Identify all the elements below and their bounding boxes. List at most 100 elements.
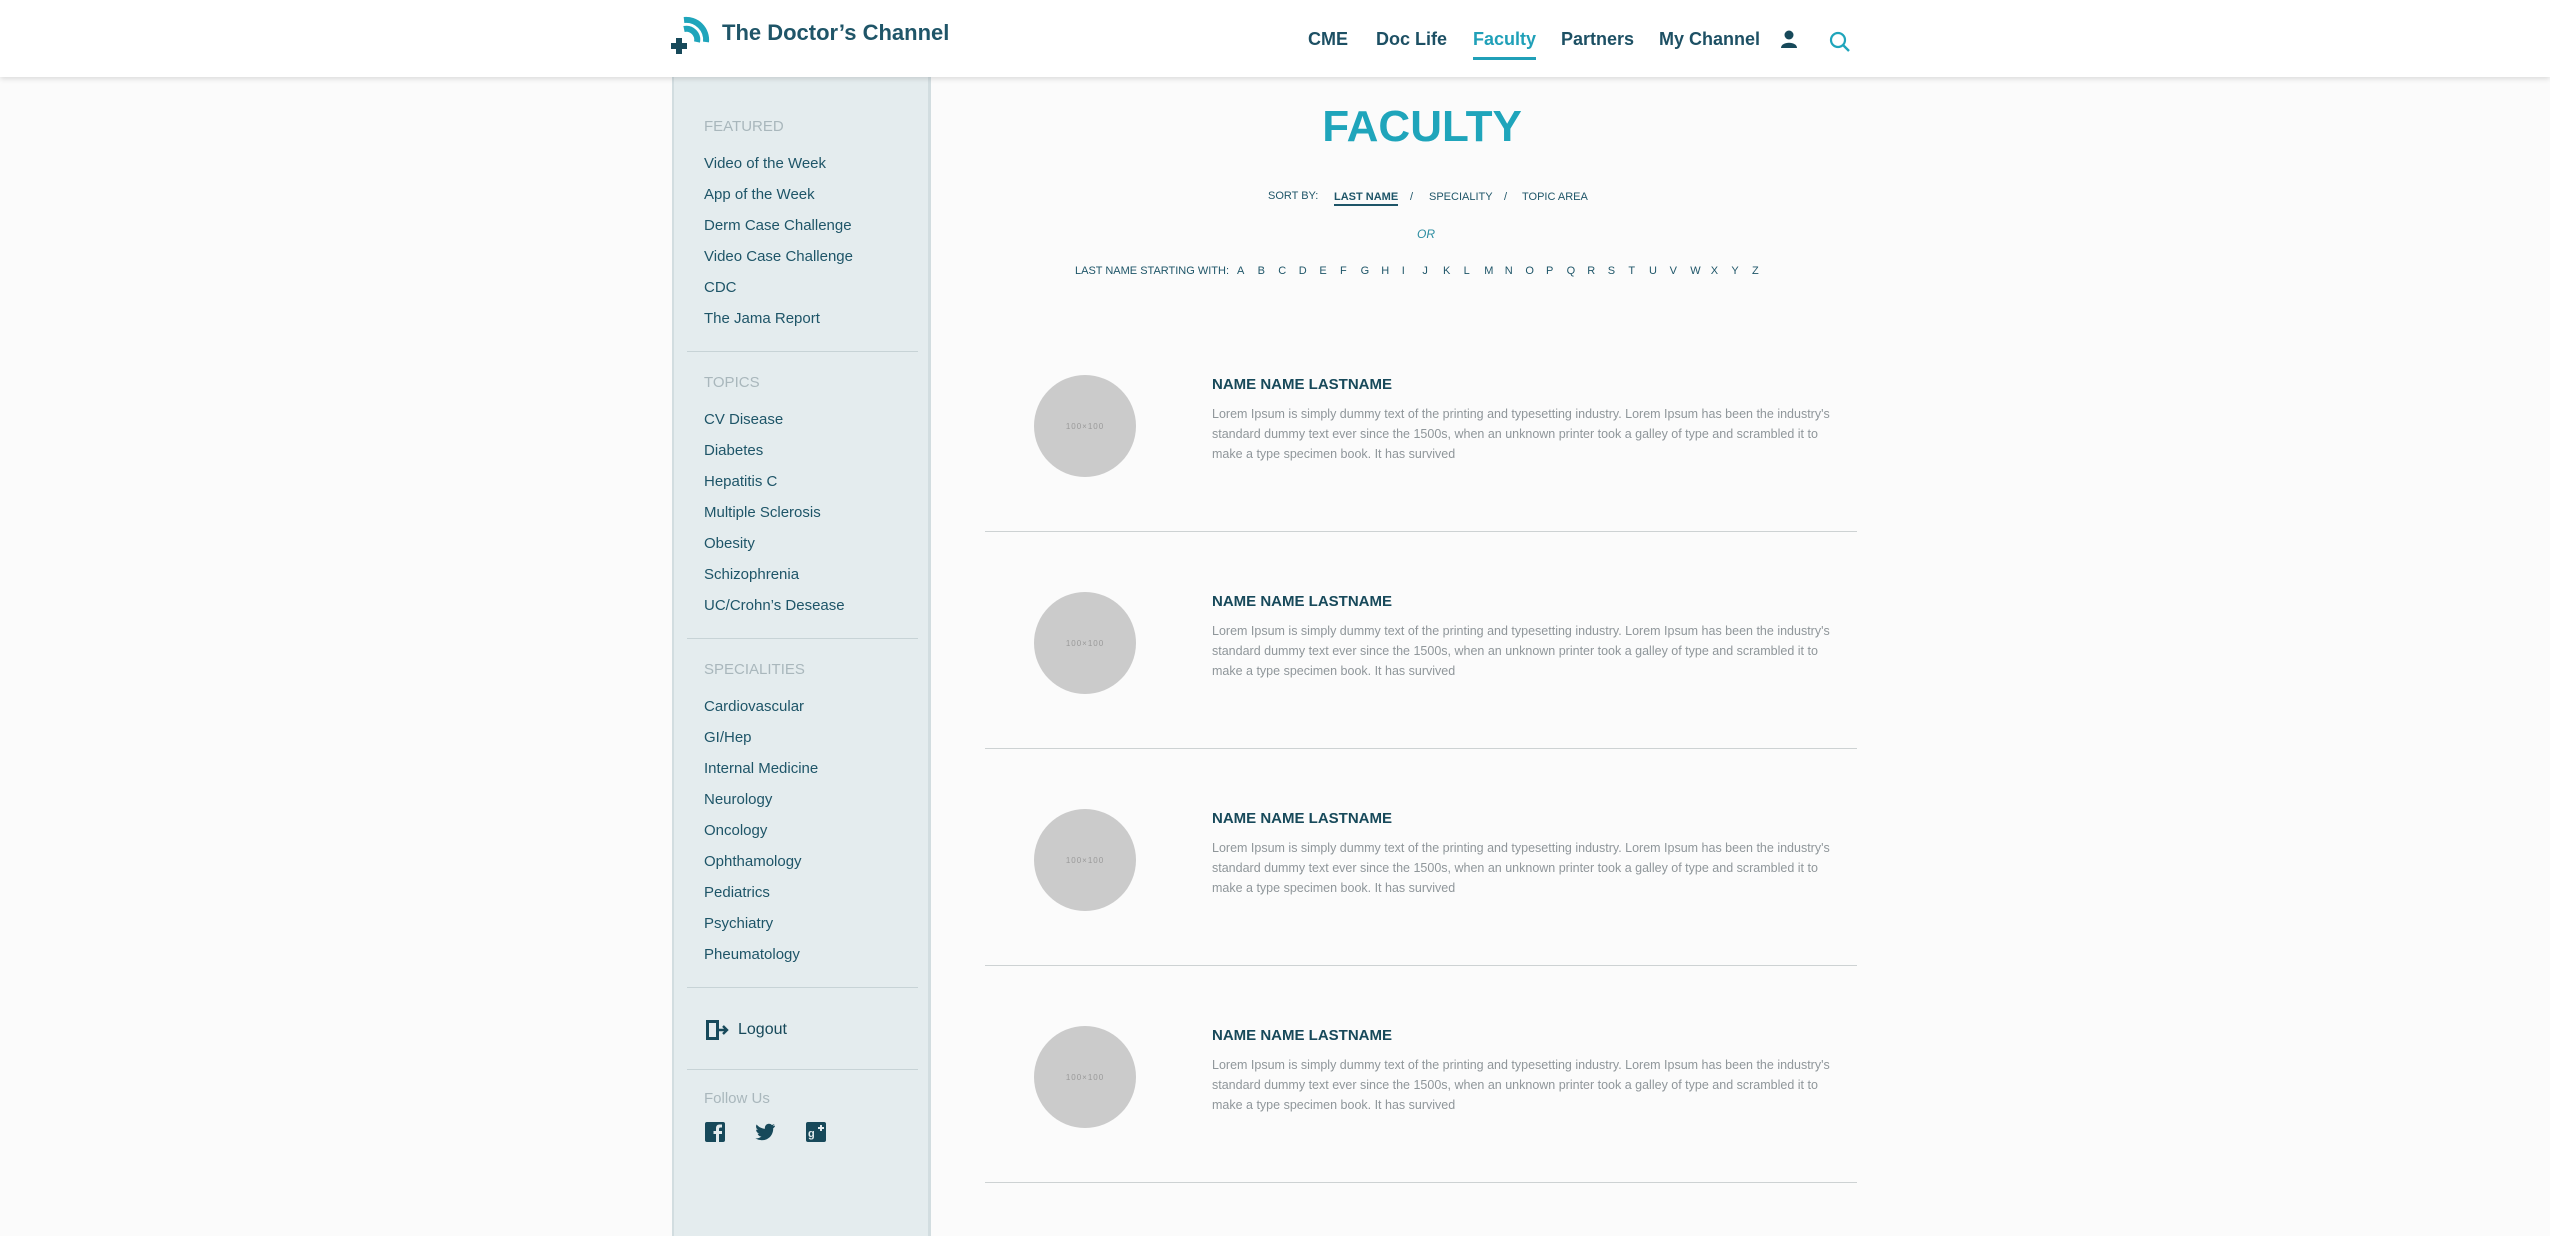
page-title: FACULTY [1322,102,1522,151]
faculty-name[interactable]: NAME NAME LASTNAME [1212,376,1392,393]
sidebar-item-schizophrenia[interactable]: Schizophrenia [704,566,799,583]
sidebar-item-gi-hep[interactable]: GI/Hep [704,729,752,746]
faculty-bio: Lorem Ipsum is simply dummy text of the … [1212,1058,1830,1112]
alphabet-letter-w[interactable]: W [1690,265,1700,277]
user-icon[interactable] [1778,28,1800,50]
sidebar-item-pediatrics[interactable]: Pediatrics [704,884,770,901]
nav-cme[interactable]: CME [1308,29,1348,50]
avatar-placeholder-text: 100×100 [1065,1072,1105,1082]
nav-faculty[interactable]: Faculty [1473,29,1537,60]
alphabet-letter-r[interactable]: R [1587,265,1595,277]
faculty-avatar[interactable]: 100×100 [1034,375,1136,477]
sidebar-divider [687,638,918,639]
sidebar-item-cv-disease[interactable]: CV Disease [704,411,783,428]
alphabet-letter-f[interactable]: F [1340,265,1347,277]
faculty-name[interactable]: NAME NAME LASTNAME [1212,810,1392,827]
faculty-card: 100×100 NAME NAME LASTNAME Lorem Ipsum i… [985,966,1857,1183]
alphabet-letter-m[interactable]: M [1484,265,1493,277]
sidebar-item-ophthamology[interactable]: Ophthamology [704,853,802,870]
logo-icon [671,16,710,54]
alphabet-letter-g[interactable]: G [1361,265,1370,277]
faculty-avatar[interactable]: 100×100 [1034,809,1136,911]
sort-topic-area[interactable]: TOPIC AREA [1522,191,1588,203]
sidebar-item-app-of-the-week[interactable]: App of the Week [704,186,815,203]
sidebar-divider [687,987,918,988]
google-plus-icon[interactable]: g [805,1121,827,1143]
nav-doc-life[interactable]: Doc Life [1376,29,1447,50]
alphabet-letter-q[interactable]: Q [1567,265,1576,277]
alphabet-letter-k[interactable]: K [1443,265,1450,277]
alphabet-letter-c[interactable]: C [1278,265,1286,277]
sort-speciality[interactable]: SPECIALITY [1429,191,1493,203]
sort-separator: / [1504,191,1508,203]
sort-separator: / [1410,191,1414,203]
sort-bar: SORT BY: LAST NAME / SPECIALITY / TOPIC … [1268,190,1668,210]
sidebar-item-obesity[interactable]: Obesity [704,535,755,552]
sidebar-item-multiple-sclerosis[interactable]: Multiple Sclerosis [704,504,821,521]
faculty-card: 100×100 NAME NAME LASTNAME Lorem Ipsum i… [985,315,1857,532]
site-logo[interactable]: The Doctor’s Channel [670,12,949,54]
faculty-avatar[interactable]: 100×100 [1034,1026,1136,1128]
sidebar-divider [687,351,918,352]
sidebar-item-jama-report[interactable]: The Jama Report [704,310,820,327]
logout-label: Logout [738,1021,787,1038]
alphabet-letter-p[interactable]: P [1546,265,1553,277]
alphabet-letter-y[interactable]: Y [1731,265,1738,277]
sidebar-item-pheumatology[interactable]: Pheumatology [704,946,800,963]
faculty-name[interactable]: NAME NAME LASTNAME [1212,1027,1392,1044]
sidebar-item-oncology[interactable]: Oncology [704,822,767,839]
alphabet-letter-x[interactable]: X [1711,265,1718,277]
alphabet-letter-j[interactable]: J [1422,265,1428,277]
nav-partners[interactable]: Partners [1561,29,1634,50]
avatar-placeholder-text: 100×100 [1065,421,1105,431]
logo-text: The Doctor’s Channel [722,20,950,45]
faculty-name[interactable]: NAME NAME LASTNAME [1212,593,1392,610]
sidebar-item-uc-crohns[interactable]: UC/Crohn’s Desease [704,597,845,614]
faculty-avatar[interactable]: 100×100 [1034,592,1136,694]
main-nav: CME Doc Life Faculty Partners My Channel [1300,0,1860,77]
alphabet-letter-v[interactable]: V [1670,265,1677,277]
alphabet-filter-label: LAST NAME STARTING WITH: [1075,265,1230,277]
alphabet-letter-o[interactable]: O [1525,265,1534,277]
nav-my-channel[interactable]: My Channel [1659,29,1760,50]
alphabet-letter-l[interactable]: L [1464,265,1470,277]
sidebar-item-internal-medicine[interactable]: Internal Medicine [704,760,818,777]
follow-us-label: Follow Us [704,1090,770,1107]
alphabet-letter-e[interactable]: E [1319,265,1326,277]
sidebar-item-cdc[interactable]: CDC [704,279,737,296]
sidebar-item-cardiovascular[interactable]: Cardiovascular [704,698,804,715]
sort-last-name[interactable]: LAST NAME [1334,191,1399,206]
facebook-icon[interactable] [704,1121,726,1143]
alphabet-letter-u[interactable]: U [1649,265,1657,277]
faculty-bio: Lorem Ipsum is simply dummy text of the … [1212,407,1830,461]
sidebar-item-hepatitis-c[interactable]: Hepatitis C [704,473,777,490]
faculty-card: 100×100 NAME NAME LASTNAME Lorem Ipsum i… [985,532,1857,749]
sidebar-divider [687,1069,918,1070]
sidebar: FEATURED Video of the Week App of the We… [672,77,931,1236]
alphabet-letter-h[interactable]: H [1381,265,1389,277]
svg-text:g: g [808,1128,815,1140]
sidebar-item-neurology[interactable]: Neurology [704,791,772,808]
sidebar-item-video-case-challenge[interactable]: Video Case Challenge [704,248,853,265]
alphabet-letter-i[interactable]: I [1402,265,1405,277]
or-divider-text: OR [1417,227,1435,241]
sort-label: SORT BY: [1268,190,1319,202]
alphabet-letter-z[interactable]: Z [1752,265,1759,277]
logout-button[interactable]: Logout [704,1017,787,1043]
sidebar-item-psychiatry[interactable]: Psychiatry [704,915,773,932]
search-icon[interactable] [1829,31,1851,53]
alphabet-letter-s[interactable]: S [1608,265,1615,277]
alphabet-letter-d[interactable]: D [1299,265,1307,277]
alphabet-letter-b[interactable]: B [1258,265,1265,277]
twitter-icon[interactable] [754,1121,776,1143]
sidebar-item-diabetes[interactable]: Diabetes [704,442,763,459]
faculty-bio: Lorem Ipsum is simply dummy text of the … [1212,624,1830,678]
alphabet-letter-n[interactable]: N [1505,265,1513,277]
top-header: The Doctor’s Channel CME Doc Life Facult… [0,0,2550,77]
faculty-card: 100×100 NAME NAME LASTNAME Lorem Ipsum i… [985,749,1857,966]
sidebar-item-video-of-the-week[interactable]: Video of the Week [704,155,826,172]
sidebar-heading-topics: TOPICS [704,374,760,391]
alphabet-letter-a[interactable]: A [1237,265,1244,277]
alphabet-letter-t[interactable]: T [1628,265,1635,277]
sidebar-item-derm-case-challenge[interactable]: Derm Case Challenge [704,217,852,234]
